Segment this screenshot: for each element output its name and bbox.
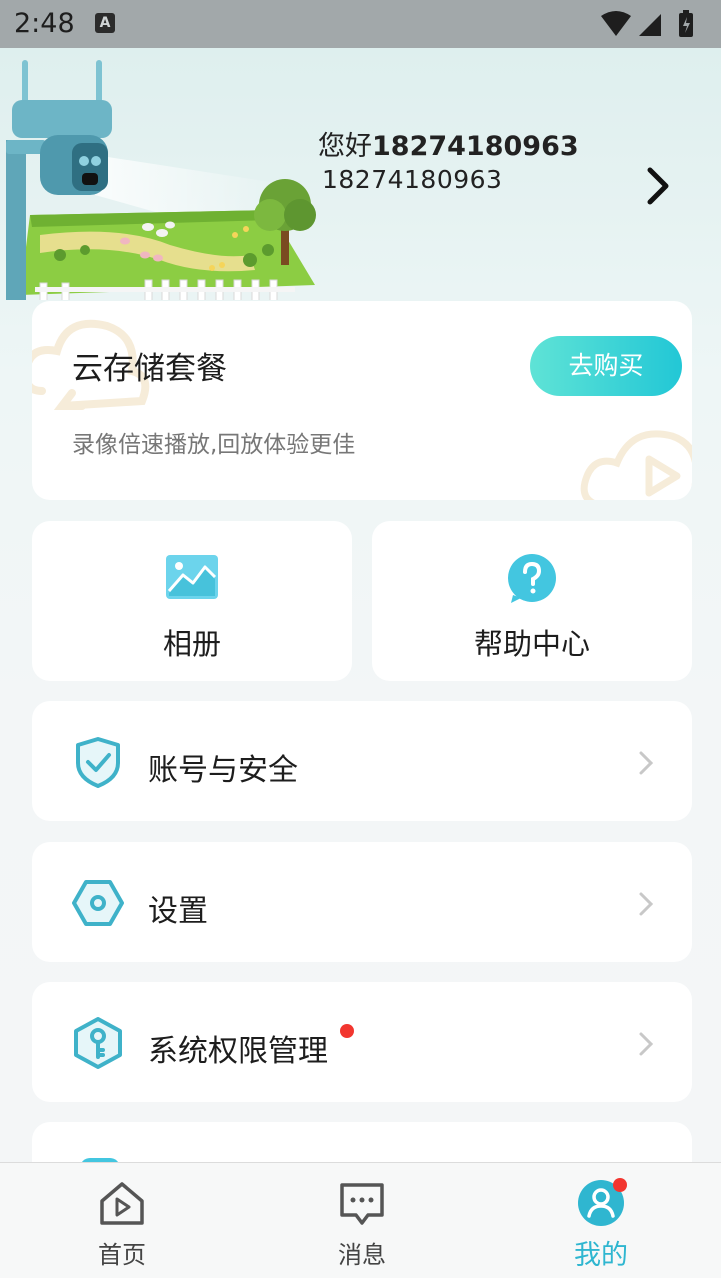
bottom-navigation: 首页 消息 我的 — [0, 1162, 721, 1278]
permissions-alert-dot — [340, 1024, 354, 1038]
nav-mine-label: 我的 — [574, 1240, 628, 1271]
nav-home[interactable]: 首页 — [52, 1163, 192, 1278]
cloud-storage-subtitle: 录像倍速播放,回放体验更佳 — [72, 432, 356, 458]
menu-permissions[interactable]: 系统权限管理 — [32, 982, 692, 1102]
phone-number: 18274180963 — [322, 165, 503, 194]
status-time: 2:48 — [14, 8, 75, 39]
cloud-storage-card[interactable]: 云存储套餐 录像倍速播放,回放体验更佳 去购买 — [32, 301, 692, 500]
username: 18274180963 — [372, 131, 579, 162]
home-icon — [100, 1182, 144, 1225]
profile-chevron-icon[interactable] — [640, 164, 680, 208]
cloud-storage-title: 云存储套餐 — [72, 351, 227, 387]
settings-hexagon-icon — [72, 880, 124, 926]
nav-messages-label: 消息 — [338, 1241, 386, 1269]
shield-icon — [76, 737, 120, 788]
nav-home-label: 首页 — [98, 1241, 146, 1269]
notification-app-icon: A — [95, 13, 115, 33]
album-tile[interactable]: 相册 — [32, 521, 352, 681]
chevron-right-icon — [639, 751, 654, 775]
greeting-prefix: 您好 — [318, 131, 372, 162]
buy-button[interactable]: 去购买 — [530, 336, 682, 396]
chevron-right-icon — [639, 1032, 654, 1056]
greeting: 您好18274180963 — [318, 124, 579, 163]
album-icon — [166, 555, 218, 599]
menu-account-security-label: 账号与安全 — [148, 753, 298, 788]
menu-account-security[interactable]: 账号与安全 — [32, 701, 692, 821]
nav-mine[interactable]: 我的 — [531, 1163, 671, 1278]
status-icons — [601, 10, 693, 37]
help-icon — [508, 554, 556, 603]
chevron-right-icon — [639, 892, 654, 916]
battery-icon — [679, 10, 693, 37]
menu-settings[interactable]: 设置 — [32, 842, 692, 962]
status-bar: 2:48 A — [0, 0, 721, 48]
help-center-tile[interactable]: 帮助中心 — [372, 521, 692, 681]
menu-permissions-label: 系统权限管理 — [148, 1034, 328, 1069]
nav-messages[interactable]: 消息 — [292, 1163, 432, 1278]
signal-icon — [639, 14, 661, 36]
message-icon — [340, 1183, 384, 1225]
cloud-play-decor-icon — [580, 430, 692, 500]
menu-settings-label: 设置 — [148, 894, 208, 929]
key-hexagon-icon — [74, 1017, 122, 1069]
help-center-label: 帮助中心 — [473, 627, 590, 661]
album-label: 相册 — [162, 627, 221, 661]
mine-badge-dot — [613, 1178, 627, 1192]
camera-farm-illustration — [6, 60, 316, 300]
wifi-icon — [601, 11, 631, 36]
